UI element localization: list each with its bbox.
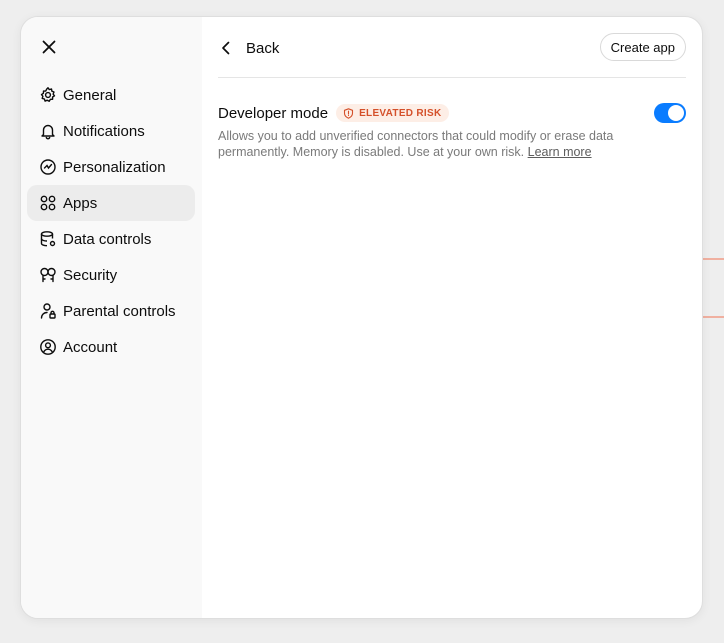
apps-grid-icon (39, 194, 57, 212)
gear-icon (39, 86, 57, 104)
create-app-button[interactable]: Create app (599, 33, 686, 61)
close-icon (42, 40, 56, 54)
divider (218, 77, 686, 78)
settings-modal: General Notifications Personalization Ap… (20, 16, 703, 619)
developer-mode-setting: Developer mode ELEVATED RISK Allows you … (218, 102, 686, 160)
chevron-left-icon (218, 40, 234, 56)
risk-badge: ELEVATED RISK (336, 104, 449, 122)
close-button[interactable] (39, 37, 59, 57)
setting-description: Allows you to add unverified connectors … (218, 128, 638, 160)
sidebar-nav: General Notifications Personalization Ap… (27, 77, 195, 365)
database-icon (39, 230, 57, 248)
sidebar-item-parental-controls[interactable]: Parental controls (27, 293, 195, 329)
main-panel: Back Create app Developer mode ELEVATED … (202, 17, 702, 618)
learn-more-link[interactable]: Learn more (528, 145, 592, 159)
sidebar: General Notifications Personalization Ap… (21, 17, 202, 618)
sidebar-item-label: General (63, 86, 117, 104)
sidebar-item-data-controls[interactable]: Data controls (27, 221, 195, 257)
toggle-knob (668, 105, 684, 121)
back-button[interactable]: Back (218, 37, 279, 59)
sidebar-item-label: Account (63, 338, 118, 356)
sidebar-item-label: Personalization (63, 158, 166, 176)
sidebar-item-label: Apps (63, 194, 98, 212)
sidebar-item-apps[interactable]: Apps (27, 185, 195, 221)
sidebar-item-notifications[interactable]: Notifications (27, 113, 195, 149)
sidebar-item-label: Notifications (63, 122, 145, 140)
personalization-icon (39, 158, 57, 176)
background-line (700, 258, 724, 260)
developer-mode-toggle[interactable] (654, 103, 686, 123)
sidebar-item-label: Parental controls (63, 302, 176, 320)
key-icon (39, 266, 57, 284)
sidebar-item-account[interactable]: Account (27, 329, 195, 365)
sidebar-item-personalization[interactable]: Personalization (27, 149, 195, 185)
sidebar-item-general[interactable]: General (27, 77, 195, 113)
back-label: Back (246, 39, 280, 57)
shield-icon (343, 107, 354, 119)
sidebar-item-label: Security (63, 266, 118, 284)
parental-icon (39, 302, 57, 320)
sidebar-item-security[interactable]: Security (27, 257, 195, 293)
user-circle-icon (39, 338, 57, 356)
background-line (700, 316, 724, 318)
bell-icon (39, 122, 57, 140)
sidebar-item-label: Data controls (63, 230, 152, 248)
setting-title: Developer mode (218, 104, 329, 122)
risk-badge-label: ELEVATED RISK (359, 107, 442, 119)
